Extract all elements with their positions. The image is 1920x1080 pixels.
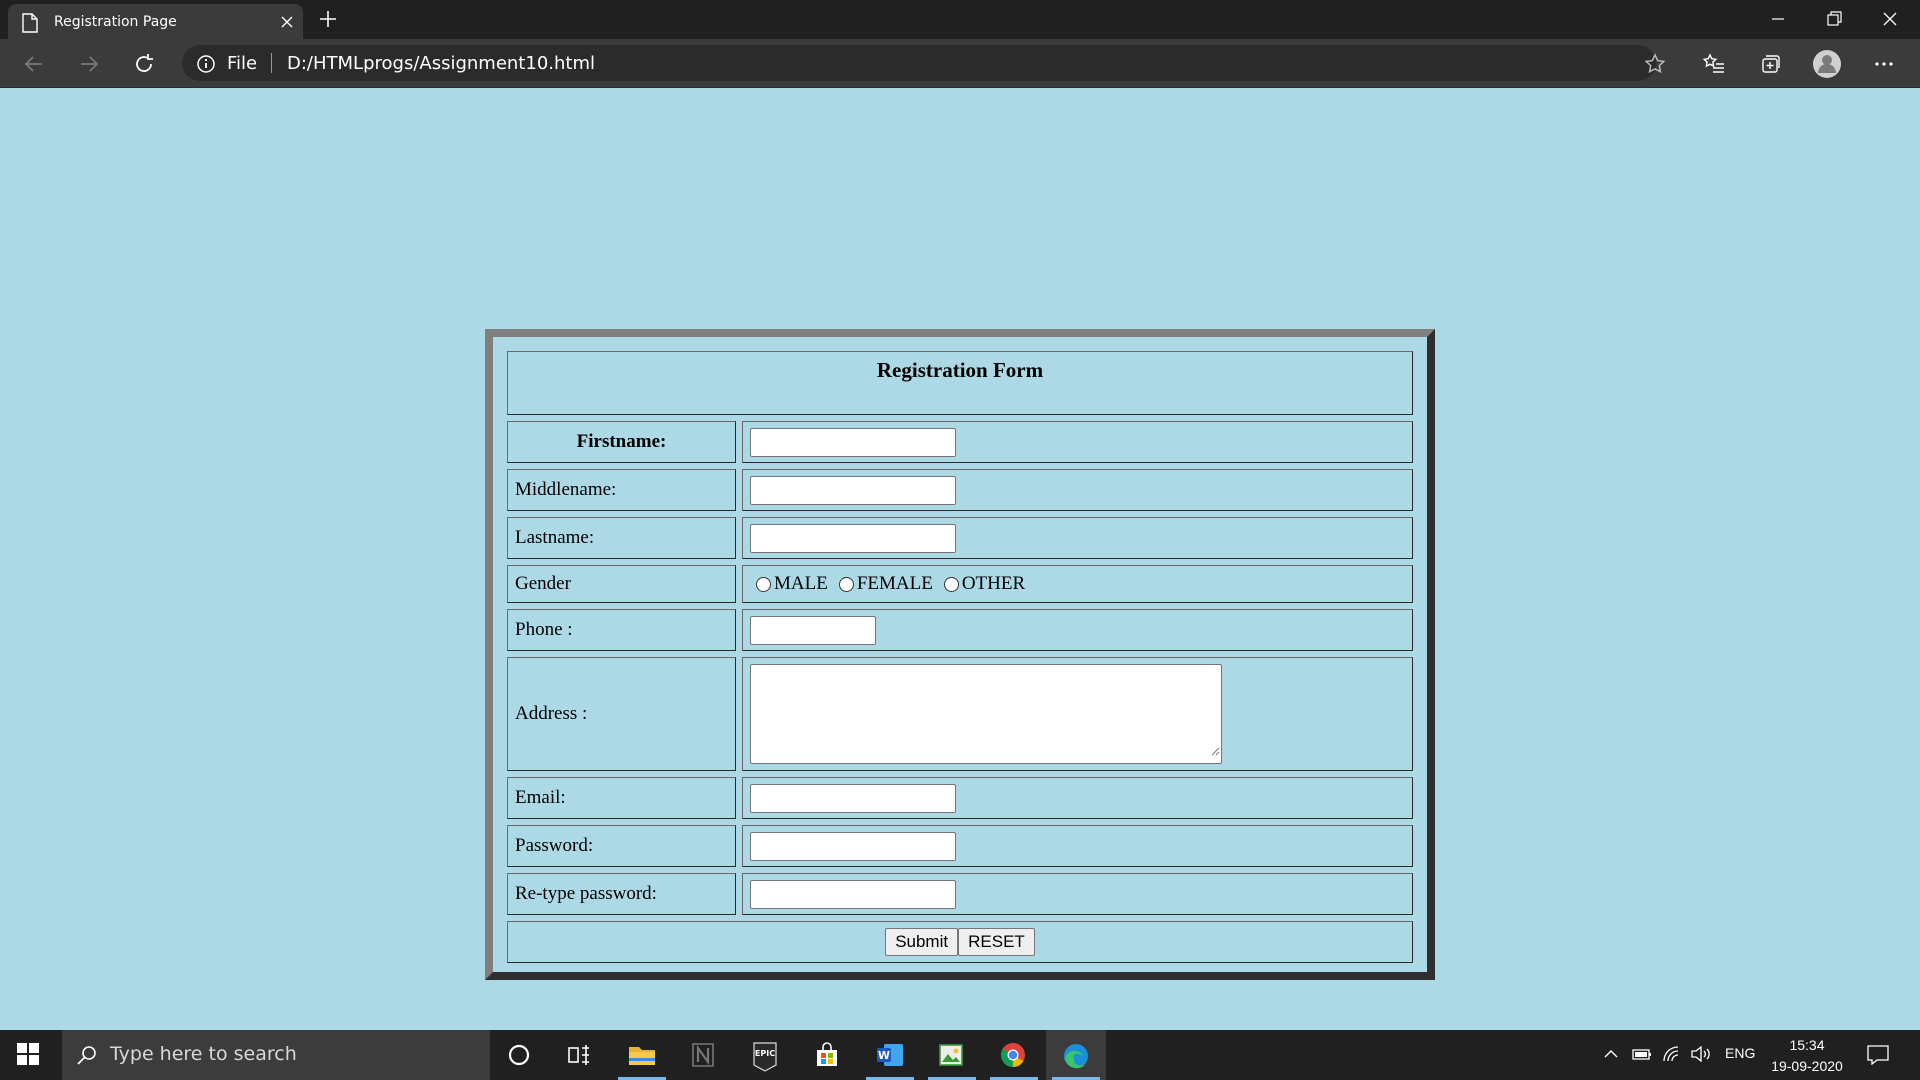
word-icon: W [877, 1044, 903, 1066]
address-textarea[interactable] [750, 664, 1222, 764]
search-icon [76, 1044, 98, 1071]
restore-icon[interactable] [1823, 8, 1845, 35]
search-placeholder: Type here to search [110, 1043, 297, 1065]
more-options-icon[interactable] [1872, 52, 1896, 81]
epic-games-icon: EPIC [753, 1042, 777, 1072]
cortana-circle-icon [508, 1044, 530, 1066]
url-separator [271, 53, 272, 73]
file-explorer-app[interactable] [612, 1030, 672, 1080]
clock-time: 15:34 [1789, 1037, 1825, 1053]
lastname-label: Lastname: [507, 517, 736, 559]
notion-app[interactable] [674, 1030, 734, 1080]
store-bag-icon [817, 1042, 837, 1066]
firstname-label: Firstname: [507, 421, 736, 463]
site-info-icon[interactable] [196, 54, 216, 79]
collections-icon[interactable] [1758, 52, 1782, 81]
chrome-icon [1000, 1043, 1025, 1067]
gender-other-label[interactable]: OTHER [962, 573, 1025, 595]
gender-label: Gender [507, 565, 736, 603]
browser-tab[interactable]: Registration Page [8, 4, 303, 39]
retype-password-input[interactable] [750, 879, 956, 909]
task-view-icon [568, 1045, 589, 1065]
url-scheme-label: File [227, 53, 258, 74]
browser-title-bar: Registration Page [0, 0, 1920, 39]
back-arrow-icon[interactable] [22, 52, 46, 81]
phone-label: Phone : [507, 609, 736, 651]
page-content: Registration Form Firstname: Middlename:… [0, 88, 1920, 1030]
gender-male-label[interactable]: MALE [774, 573, 828, 595]
password-label: Password: [507, 825, 736, 867]
refresh-icon[interactable] [132, 52, 156, 81]
document-icon [22, 13, 38, 38]
reset-button[interactable]: RESET [958, 928, 1035, 956]
close-tab-icon[interactable] [280, 15, 294, 34]
email-label: Email: [507, 777, 736, 819]
forward-arrow-icon[interactable] [77, 52, 101, 81]
windows-taskbar: Type here to search EPIC W ENG 15:34 19-… [0, 1030, 1920, 1080]
language-indicator[interactable]: ENG [1725, 1045, 1755, 1061]
wifi-icon[interactable] [1662, 1046, 1682, 1067]
lastname-input[interactable] [750, 523, 956, 553]
registration-form-frame: Registration Form Firstname: Middlename:… [485, 329, 1435, 980]
windows-logo-icon [17, 1043, 39, 1065]
close-window-icon[interactable] [1879, 8, 1901, 35]
clock-date: 19-09-2020 [1771, 1058, 1843, 1074]
favorite-star-icon[interactable] [1643, 52, 1667, 81]
url-text[interactable]: D:/HTMLprogs/Assignment10.html [287, 53, 595, 74]
middlename-input[interactable] [750, 475, 956, 505]
start-button[interactable] [0, 1030, 60, 1080]
cortana-button[interactable] [490, 1030, 550, 1080]
profile-avatar-icon[interactable] [1812, 49, 1842, 84]
taskbar-search-box[interactable]: Type here to search [62, 1030, 490, 1080]
favorites-list-icon[interactable] [1702, 52, 1726, 81]
edge-icon [1064, 1044, 1088, 1069]
task-view-button[interactable] [550, 1030, 610, 1080]
form-title: Registration Form [507, 351, 1413, 415]
resize-grip-icon[interactable] [1210, 740, 1220, 762]
form-buttons-cell: Submit RESET [507, 921, 1413, 963]
browser-toolbar: File D:/HTMLprogs/Assignment10.html [0, 39, 1920, 88]
address-bar[interactable]: File D:/HTMLprogs/Assignment10.html [182, 45, 1656, 81]
word-app[interactable]: W [860, 1030, 920, 1080]
epic-games-app[interactable]: EPIC [736, 1030, 796, 1080]
volume-icon[interactable] [1690, 1045, 1712, 1067]
gender-radio-group: MALE FEMALE OTHER [750, 573, 1405, 595]
photo-icon [939, 1044, 963, 1066]
email-input[interactable] [750, 783, 956, 813]
system-clock[interactable]: 15:34 19-09-2020 [1768, 1035, 1846, 1077]
gender-female-radio[interactable] [838, 576, 854, 592]
gender-other-radio[interactable] [943, 576, 959, 592]
firstname-input[interactable] [750, 427, 956, 457]
address-label: Address : [507, 657, 736, 771]
password-input[interactable] [750, 831, 956, 861]
new-tab-icon[interactable] [318, 9, 338, 34]
phone-input[interactable] [750, 615, 876, 645]
minimize-icon[interactable] [1767, 8, 1789, 35]
registration-form-table: Registration Form Firstname: Middlename:… [501, 345, 1419, 969]
notifications-icon[interactable] [1867, 1045, 1889, 1070]
gender-male-radio[interactable] [756, 576, 771, 592]
notion-icon [692, 1043, 714, 1067]
edge-app[interactable] [1046, 1030, 1106, 1080]
battery-icon[interactable] [1632, 1046, 1652, 1067]
microsoft-store-app[interactable] [798, 1030, 858, 1080]
middlename-label: Middlename: [507, 469, 736, 511]
image-viewer-app[interactable] [922, 1030, 982, 1080]
folder-icon [629, 1047, 655, 1065]
tab-title: Registration Page [54, 14, 177, 30]
submit-button[interactable]: Submit [885, 928, 959, 956]
chrome-app[interactable] [984, 1030, 1044, 1080]
show-hidden-icons-chevron-icon[interactable] [1603, 1046, 1619, 1067]
gender-female-label[interactable]: FEMALE [857, 573, 933, 595]
svg-text:EPIC: EPIC [755, 1049, 775, 1058]
svg-text:W: W [878, 1049, 890, 1062]
retype-password-label: Re-type password: [507, 873, 736, 915]
